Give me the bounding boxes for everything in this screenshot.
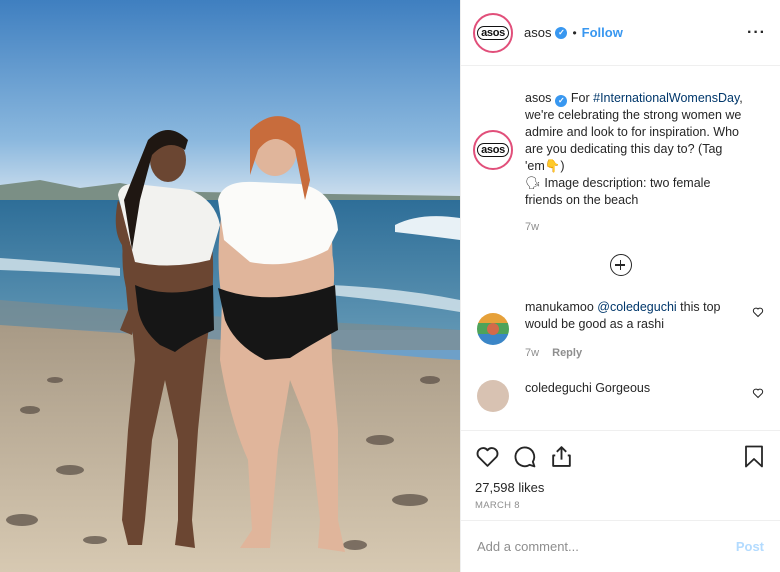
caption-time: 7w — [525, 221, 540, 233]
comment-composer: Post — [461, 520, 780, 572]
post-date: MARCH 8 — [475, 500, 520, 511]
like-comment-heart-icon[interactable] — [752, 380, 764, 412]
header-username[interactable]: asos — [524, 25, 551, 40]
separator-dot: • — [572, 25, 577, 40]
verified-badge-icon: ✓ — [555, 95, 568, 107]
share-upload-icon[interactable] — [549, 444, 574, 469]
comment-username[interactable]: coledeguchi — [525, 381, 592, 395]
caption-hashtag[interactable]: #InternationalWomensDay — [593, 91, 739, 105]
post-comment-button[interactable]: Post — [736, 539, 764, 554]
verified-badge-icon: ✓ — [555, 26, 568, 39]
reply-button[interactable]: Reply — [552, 347, 582, 359]
caption-username[interactable]: asos — [525, 91, 551, 105]
post-actions: 27,598 likes MARCH 8 — [461, 430, 780, 511]
commenter-avatar[interactable] — [477, 313, 509, 345]
comment-text: Gorgeous — [595, 381, 651, 395]
caption-description: 🗣 Image description: two female friends … — [525, 176, 711, 207]
comments-scroll[interactable]: asos asos ✓ For #InternationalWomensDay, … — [461, 67, 780, 429]
caption: asos asos ✓ For #InternationalWomensDay, … — [461, 67, 780, 236]
like-heart-icon[interactable] — [475, 444, 500, 469]
more-options-icon[interactable]: ··· — [747, 24, 766, 42]
load-more-comments-button[interactable] — [609, 254, 632, 276]
commenter-avatar[interactable] — [477, 380, 509, 412]
avatar[interactable]: asos — [473, 12, 513, 53]
post-panel: asos asos ✓ • Follow ··· asos asos ✓ For … — [460, 0, 780, 572]
bookmark-save-icon[interactable] — [742, 444, 766, 469]
comment-bubble-icon[interactable] — [512, 444, 537, 469]
like-comment-heart-icon[interactable] — [752, 299, 764, 362]
post-photo[interactable] — [0, 0, 460, 572]
add-comment-input[interactable] — [477, 539, 736, 554]
avatar-logo-text: asos — [477, 25, 509, 40]
instagram-post: asos asos ✓ • Follow ··· asos asos ✓ For … — [0, 0, 780, 572]
comment-row: coledeguchi Gorgeous — [461, 380, 780, 412]
comment-username[interactable]: manukamoo — [525, 300, 594, 314]
post-header: asos asos ✓ • Follow ··· — [461, 0, 780, 66]
comment-time: 7w — [525, 347, 540, 359]
comment-mention[interactable]: @coledeguchi — [597, 300, 676, 314]
likes-count[interactable]: 27,598 likes — [475, 480, 766, 495]
beach-photo — [0, 0, 460, 572]
comment-row: manukamoo @coledeguchi this top would be… — [461, 299, 780, 362]
follow-button[interactable]: Follow — [582, 25, 623, 40]
commenter-avatar-image — [477, 313, 509, 345]
caption-prefix: For — [570, 91, 590, 105]
caption-avatar-logo-text: asos — [477, 143, 509, 157]
caption-avatar[interactable]: asos — [473, 130, 513, 170]
